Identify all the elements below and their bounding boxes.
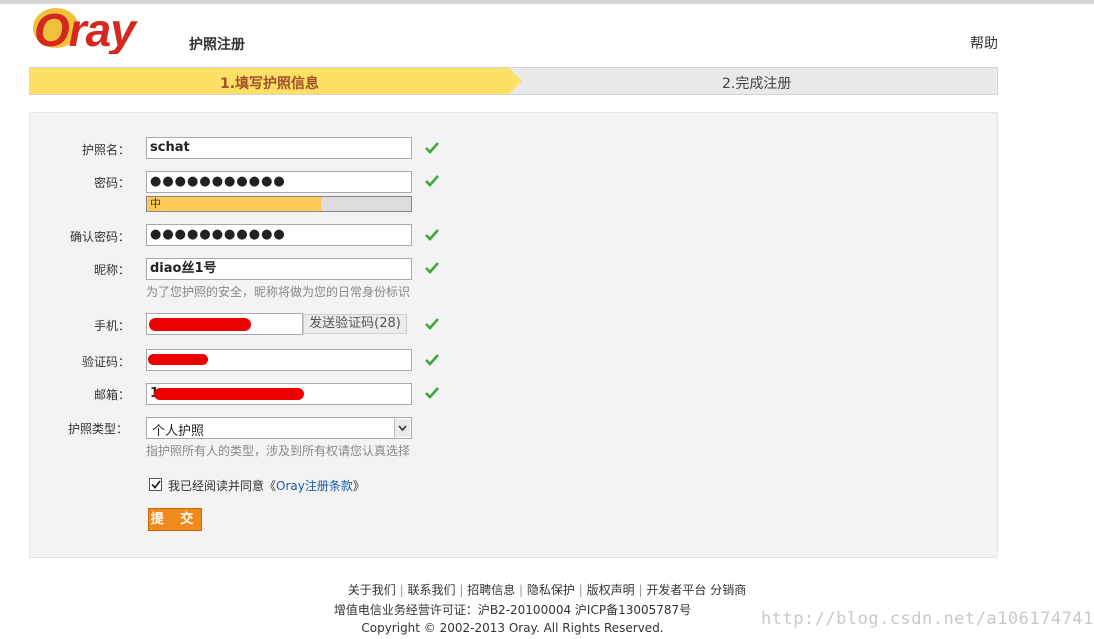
redaction-mark [149,318,251,331]
check-icon [425,175,439,187]
step-arrow [508,67,522,95]
oray-logo[interactable]: Oray [30,4,182,54]
page-title: 护照注册 [189,37,245,53]
password-label: 密码： [93,176,130,190]
watermark: http://blog.csdn.net/a1061747415 [761,609,1094,629]
check-icon [425,318,439,330]
divider: | [578,583,583,597]
submit-button[interactable]: 提 交 [148,508,202,531]
footer-link-reseller[interactable]: 分销商 [710,583,746,597]
footer-link-about[interactable]: 关于我们 [348,583,396,597]
send-code-button[interactable]: 发送验证码(28) [303,314,407,334]
verify-code-label: 验证码： [81,355,130,369]
check-icon [425,387,439,399]
logo-text: Oray [34,4,138,54]
password-strength-label: 中 [150,197,161,210]
step-1-label: 1.填写护照信息 [220,76,320,92]
agreement-prefix: 我已经阅读并同意《 [168,479,277,493]
phone-label: 手机： [93,319,130,333]
footer-link-privacy[interactable]: 隐私保护 [527,583,575,597]
check-icon [425,229,439,241]
agreement-text: 我已经阅读并同意《Oray注册条款》 [168,477,365,494]
help-link[interactable]: 帮助 [970,33,998,53]
agreement-suffix: 》 [352,479,365,493]
checkmark-icon [151,480,161,489]
footer-link-jobs[interactable]: 招聘信息 [467,583,515,597]
dropdown-button[interactable] [394,419,410,437]
footer-links: 关于我们 | 联系我们 | 招聘信息 | 隐私保护 | 版权声明 | 开发者平台… [0,581,1094,598]
footer-link-contact[interactable]: 联系我们 [407,583,455,597]
passport-name-input[interactable]: schat [146,137,412,159]
passport-name-label: 护照名： [81,143,130,157]
passport-type-label: 护照类型： [67,422,128,436]
check-icon [425,262,439,274]
check-icon [425,354,439,366]
passport-type-select[interactable]: 个人护照 [146,417,412,439]
divider: | [638,583,643,597]
passport-type-value: 个人护照 [152,424,205,439]
divider: | [399,583,404,597]
password-strength-meter: 中 [146,196,412,212]
step-progress-bar: 1.填写护照信息 2.完成注册 [29,67,998,95]
redaction-mark [148,354,208,365]
redaction-mark [154,388,304,400]
divider: | [519,583,524,597]
password-input[interactable]: ●●●●●●●●●●● [146,171,412,193]
footer-link-copyright[interactable]: 版权声明 [587,583,635,597]
check-icon [425,142,439,154]
passport-type-hint: 指护照所有人的类型，涉及到所有权请您认真选择 [146,444,411,458]
password-strength-fill [147,197,321,211]
confirm-password-label: 确认密码： [69,230,130,244]
email-label: 邮箱： [93,388,130,402]
step-2-label: 2.完成注册 [722,76,792,92]
footer-link-developer[interactable]: 开发者平台 [646,583,706,597]
confirm-password-input[interactable]: ●●●●●●●●●●● [146,224,412,246]
agree-checkbox[interactable] [149,478,162,491]
nickname-hint: 为了您护照的安全，昵称将做为您的日常身份标识 [146,285,411,299]
divider: | [459,583,464,597]
nickname-label: 昵称： [93,263,130,277]
step-1-active: 1.填写护照信息 [30,68,508,94]
terms-link[interactable]: Oray注册条款 [276,479,353,493]
chevron-down-icon [398,425,407,431]
nickname-input[interactable]: diao丝1号 [146,258,412,280]
